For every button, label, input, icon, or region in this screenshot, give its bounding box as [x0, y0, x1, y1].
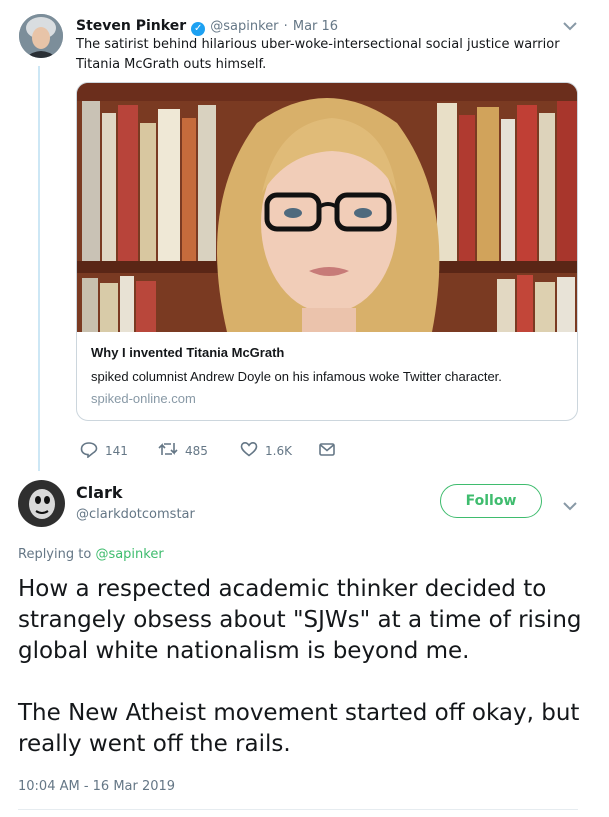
retweet-action[interactable]: 485: [158, 441, 208, 460]
reply-author-avatar[interactable]: [18, 480, 65, 527]
tweet-date[interactable]: Mar 16: [293, 19, 338, 34]
card-domain: spiked-online.com: [91, 391, 196, 406]
heart-icon: [240, 441, 258, 460]
reply-tweet-text: How a respected academic thinker decided…: [18, 576, 582, 757]
verified-badge-icon: ✓: [191, 22, 206, 36]
author-name[interactable]: Steven Pinker: [76, 18, 186, 34]
card-description: spiked columnist Andrew Doyle on his inf…: [91, 369, 502, 384]
reply-author-name[interactable]: Clark: [76, 483, 123, 502]
chevron-down-icon[interactable]: [562, 17, 578, 31]
like-action[interactable]: 1.6K: [240, 441, 292, 460]
follow-button[interactable]: Follow: [440, 484, 542, 518]
tweet-header: Steven Pinker ✓ @sapinker · Mar 16: [76, 15, 338, 36]
like-count: 1.6K: [265, 443, 292, 458]
tweet-text: The satirist behind hilarious uber-woke-…: [76, 37, 560, 72]
retweet-icon: [158, 441, 178, 460]
card-image: [77, 83, 577, 332]
retweet-count: 485: [185, 443, 208, 458]
message-action[interactable]: [319, 443, 335, 459]
replying-to-handle[interactable]: @sapinker: [95, 547, 163, 562]
replying-to-line: Replying to @sapinker: [18, 547, 164, 562]
link-card[interactable]: Why I invented Titania McGrath spiked co…: [76, 82, 578, 421]
replying-to-prefix: Replying to: [18, 547, 92, 562]
reply-action[interactable]: 141: [80, 441, 128, 461]
reply-icon: [80, 441, 98, 461]
thread-connector: [38, 66, 40, 471]
author-handle[interactable]: @sapinker: [210, 19, 278, 34]
card-title[interactable]: Why I invented Titania McGrath: [91, 345, 284, 360]
reply-author-handle[interactable]: @clarkdotcomstar: [76, 507, 195, 522]
envelope-icon: [319, 443, 335, 459]
author-avatar[interactable]: [19, 14, 63, 58]
reply-timestamp[interactable]: 10:04 AM - 16 Mar 2019: [18, 779, 175, 794]
header-separator: ·: [283, 19, 288, 34]
chevron-down-icon[interactable]: [562, 497, 578, 511]
divider: [18, 809, 578, 810]
reply-count: 141: [105, 444, 128, 458]
